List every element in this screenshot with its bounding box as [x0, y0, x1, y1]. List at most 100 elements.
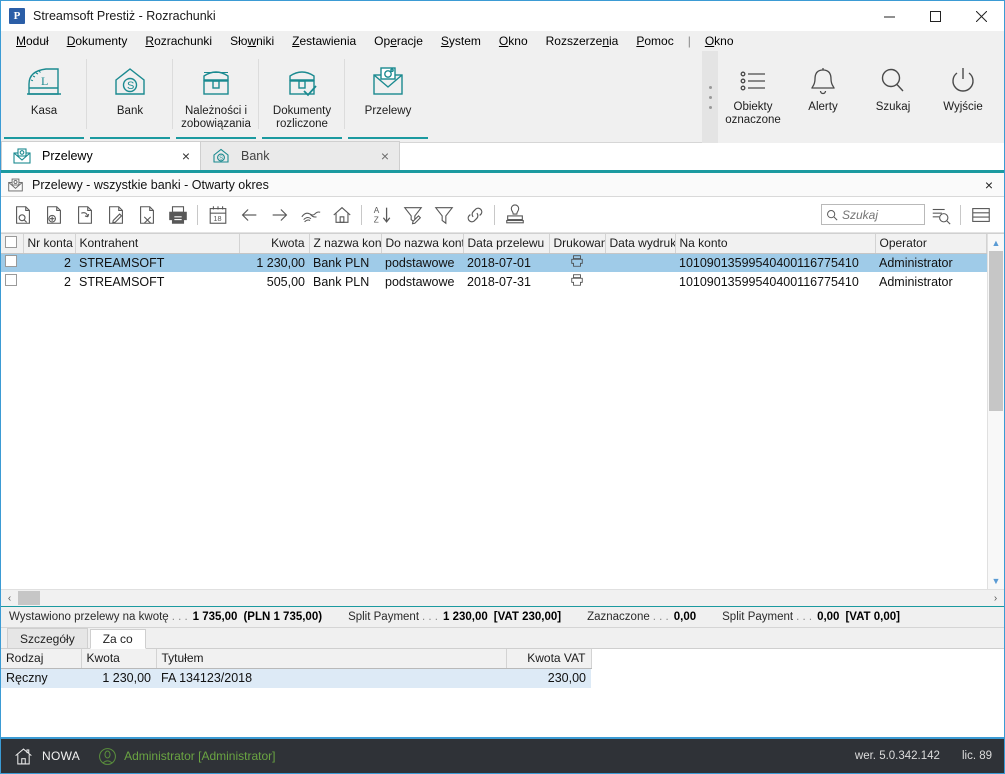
- menu-item-okno[interactable]: Okno: [490, 32, 537, 50]
- horizontal-scroll-thumb[interactable]: [18, 590, 40, 605]
- detail-table-row[interactable]: Ręczny 1 230,00 FA 134123/2018 230,00: [1, 668, 591, 688]
- tab-szczegoly[interactable]: Szczegóły: [7, 628, 88, 648]
- calendar-18-icon[interactable]: 18: [202, 200, 233, 230]
- row-checkbox[interactable]: [5, 255, 17, 268]
- ribbon-drag-handle[interactable]: [702, 51, 718, 143]
- detail-tabs: Szczegóły Za co: [1, 628, 1004, 649]
- menu-item-okno-trailing[interactable]: Okno: [696, 32, 743, 50]
- column-header-nr[interactable]: Nr konta: [23, 234, 76, 254]
- scroll-down-icon[interactable]: ▼: [988, 572, 1005, 589]
- minimize-icon[interactable]: [866, 1, 912, 31]
- preview-document-icon[interactable]: [7, 200, 38, 230]
- cell-kontrahent: STREAMSOFT: [75, 272, 239, 291]
- print-icon[interactable]: [162, 200, 193, 230]
- row-checkbox-cell[interactable]: [1, 272, 23, 291]
- svg-text:S: S: [127, 80, 134, 92]
- app-logo-icon: P: [9, 8, 25, 24]
- delete-document-icon[interactable]: [131, 200, 162, 230]
- menu-item-rozszerzenia[interactable]: Rozszerzenia: [537, 32, 628, 50]
- column-header-z-nazwa[interactable]: Z nazwa konta: [309, 234, 382, 254]
- scroll-left-icon[interactable]: ‹: [1, 590, 18, 607]
- row-checkbox[interactable]: [5, 274, 17, 286]
- column-header-kwota[interactable]: Kwota: [239, 234, 310, 254]
- arrow-right-icon[interactable]: [264, 200, 295, 230]
- scroll-up-icon[interactable]: ▲: [988, 234, 1005, 251]
- link-icon[interactable]: [459, 200, 490, 230]
- detail-column-header-rodzaj[interactable]: Rodzaj: [1, 649, 82, 669]
- column-header-do-nazwa[interactable]: Do nazwa konta: [381, 234, 464, 254]
- ribbon-button-kasa[interactable]: L Kasa: [1, 51, 87, 139]
- menu-item-slowniki[interactable]: Słowniki: [221, 32, 283, 50]
- bell-icon: [806, 61, 840, 101]
- filter-icon[interactable]: [428, 200, 459, 230]
- stamp-icon[interactable]: [499, 200, 530, 230]
- select-all-checkbox[interactable]: [5, 235, 17, 248]
- user-icon: [98, 747, 117, 766]
- ribbon-button-szukaj[interactable]: Szukaj: [858, 51, 928, 139]
- close-icon[interactable]: ×: [180, 148, 192, 164]
- advanced-search-icon[interactable]: [925, 200, 956, 230]
- filter-edit-icon[interactable]: [397, 200, 428, 230]
- action-toolbar: 18 A Z Szukaj: [1, 197, 1004, 233]
- svg-text:Z: Z: [373, 215, 378, 224]
- close-icon[interactable]: ×: [379, 148, 391, 164]
- column-header-kontrahent[interactable]: Kontrahent: [75, 234, 240, 254]
- ribbon-button-dokumenty-rozliczone[interactable]: Dokumenty rozliczone: [259, 51, 345, 139]
- scroll-right-icon[interactable]: ›: [987, 590, 1004, 607]
- tab-za-co[interactable]: Za co: [89, 629, 146, 649]
- doctab-bank[interactable]: S Bank ×: [200, 141, 400, 170]
- vertical-scroll-track[interactable]: [988, 251, 1005, 572]
- table-row[interactable]: 2 STREAMSOFT 505,00 Bank PLN podstawowe …: [1, 272, 987, 291]
- column-header-data-przelewu[interactable]: Data przelewu: [463, 234, 550, 254]
- edit-document-icon[interactable]: [100, 200, 131, 230]
- summary-label: Split Payment: [348, 611, 420, 623]
- grid-layout-icon[interactable]: [965, 200, 996, 230]
- home-icon[interactable]: [326, 200, 357, 230]
- ribbon-button-label: Alerty: [808, 101, 838, 113]
- search-input[interactable]: [842, 207, 920, 222]
- row-checkbox-cell[interactable]: [1, 253, 23, 272]
- add-document-icon[interactable]: [38, 200, 69, 230]
- menu-item-dokumenty[interactable]: Dokumenty: [58, 32, 137, 50]
- column-header-drukowano[interactable]: Drukowano: [549, 234, 606, 254]
- menu-item-pomoc[interactable]: Pomoc: [627, 32, 682, 50]
- ribbon-button-alerty[interactable]: Alerty: [788, 51, 858, 139]
- menu-item-system[interactable]: System: [432, 32, 490, 50]
- table-row[interactable]: 2 STREAMSOFT 1 230,00 Bank PLN podstawow…: [1, 253, 987, 272]
- column-header-data-wydruku[interactable]: Data wydruku: [605, 234, 676, 254]
- maximize-icon[interactable]: [912, 1, 958, 31]
- ribbon-button-naleznosci[interactable]: Należności i zobowiązania: [173, 51, 259, 139]
- detail-column-header-kwota-vat[interactable]: Kwota VAT: [506, 649, 592, 669]
- menu-item-modul[interactable]: Moduł: [7, 32, 58, 50]
- doctab-przelewy[interactable]: Przelewy ×: [1, 141, 201, 170]
- column-header-select-all[interactable]: [1, 234, 24, 254]
- svg-text:S: S: [219, 156, 223, 162]
- ribbon-button-przelewy[interactable]: Przelewy: [345, 51, 431, 139]
- detail-column-header-tytulem[interactable]: Tytułem: [156, 649, 507, 669]
- horizontal-scrollbar[interactable]: ‹ ›: [1, 589, 1004, 606]
- column-header-operator[interactable]: Operator: [875, 234, 987, 254]
- arrow-left-icon[interactable]: [233, 200, 264, 230]
- vertical-scrollbar[interactable]: ▲ ▼: [987, 234, 1004, 589]
- detail-table: Rodzaj Kwota Tytułem Kwota VAT Ręczny 1 …: [1, 649, 592, 688]
- close-icon[interactable]: ×: [982, 177, 996, 193]
- ribbon-button-obiekty-oznaczone[interactable]: Obiekty oznaczone: [718, 51, 788, 139]
- close-icon[interactable]: [958, 1, 1004, 31]
- summary-dots: . . .: [796, 611, 813, 623]
- search-box[interactable]: [821, 204, 925, 225]
- handle-dot: [708, 105, 712, 109]
- copy-document-icon[interactable]: [69, 200, 100, 230]
- menu-item-operacje[interactable]: Operacje: [365, 32, 432, 50]
- status-right-group: wer. 5.0.342.142 lic. 89: [855, 750, 992, 762]
- inner-window-title: Przelewy - wszystkie banki - Otwarty okr…: [32, 177, 269, 192]
- detail-column-header-kwota[interactable]: Kwota: [81, 649, 157, 669]
- sort-az-icon[interactable]: A Z: [366, 200, 397, 230]
- ribbon-button-wyjscie[interactable]: Wyjście: [928, 51, 998, 139]
- menu-item-zestawienia[interactable]: Zestawienia: [283, 32, 365, 50]
- horizontal-scroll-track[interactable]: [18, 590, 987, 607]
- ribbon-button-bank[interactable]: S Bank: [87, 51, 173, 139]
- menu-item-rozrachunki[interactable]: Rozrachunki: [136, 32, 221, 50]
- vertical-scroll-thumb[interactable]: [988, 251, 1003, 411]
- column-header-na-konto[interactable]: Na konto: [675, 234, 876, 254]
- handshake-icon[interactable]: [295, 200, 326, 230]
